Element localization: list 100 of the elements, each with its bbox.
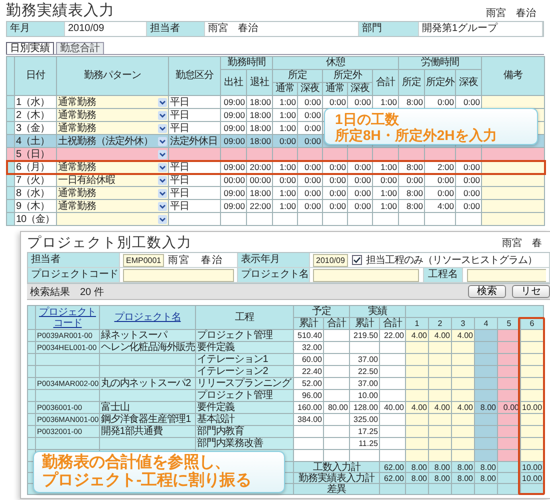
pattern-dropdown[interactable]: 一日有給休暇 — [58, 174, 167, 186]
column-header: 退社 — [246, 70, 272, 96]
table-cell: 鋼夕洋食器生産管理1 — [100, 414, 196, 426]
chevron-down-icon — [158, 98, 167, 106]
pattern-dropdown[interactable]: 通常勤務 — [58, 122, 167, 134]
input-field[interactable]: EMP0001 — [123, 254, 164, 266]
callout-text: 勤務表の合計値を参照し、 — [42, 454, 232, 471]
table-cell: 平日 — [168, 122, 220, 134]
column-header: 実績 — [350, 306, 406, 318]
table-cell: 緑ネットスーパ — [100, 330, 196, 342]
table-cell: 9（木） — [14, 200, 56, 212]
chevron-down-icon — [158, 202, 167, 210]
field-label: 年月 — [7, 22, 65, 36]
table-cell: 3（金） — [14, 122, 56, 134]
column-header: 深夜 — [456, 70, 482, 96]
table-cell: 0:00 — [456, 160, 482, 174]
tab[interactable]: 日別実績 — [6, 42, 54, 54]
user-name: 雨宮 春 — [502, 236, 543, 250]
table-cell: 10（金） — [14, 212, 56, 226]
table-cell: 平日 — [168, 96, 220, 108]
table-cell: 0:00 — [322, 160, 348, 174]
column-header: 通常 — [322, 82, 348, 96]
chevron-down-icon — [158, 110, 167, 120]
table-cell: 要件定義 — [196, 342, 294, 354]
chevron-down-icon — [158, 162, 167, 172]
chevron-down-icon — [158, 188, 167, 198]
table-cell: 部門内教育 — [196, 426, 294, 438]
table-cell: 平日 — [168, 186, 220, 200]
table-cell: 1:00 — [272, 160, 298, 174]
field-label: 工程名 — [423, 268, 463, 282]
table-cell: イテレーション1 — [196, 354, 294, 366]
pattern-dropdown[interactable]: 通常勤務 — [58, 110, 167, 120]
table-cell: 2:00 — [424, 160, 456, 174]
tab[interactable]: 勤怠合計 — [56, 42, 104, 54]
field-label: 表示年月 — [238, 253, 310, 268]
column-header: 工程 — [196, 306, 294, 330]
table-cell: 6（月） — [14, 160, 56, 174]
column-header: 勤務時間 — [220, 56, 272, 70]
table-cell: リリースプランニング — [196, 378, 294, 390]
pattern-dropdown[interactable]: 通常勤務 — [58, 188, 167, 198]
pattern-dropdown[interactable]: 通常勤務 — [58, 96, 167, 108]
total-label: 工数入力計 — [294, 462, 380, 472]
pattern-dropdown[interactable]: 通常勤務 — [58, 200, 167, 212]
table-cell: プロジェクト管理 — [196, 390, 294, 402]
callout-text: 所定8H・所定外2Hを入力 — [335, 127, 498, 143]
chevron-down-icon — [158, 124, 167, 132]
action-button[interactable]: リセ — [512, 285, 550, 298]
column-header: 予定 — [294, 306, 350, 318]
table-cell: 20:00 — [246, 160, 272, 174]
table-cell: 1（水） — [14, 96, 56, 108]
column-header: 労働時間 — [398, 56, 482, 70]
sort-link[interactable]: プロジェクトコード — [36, 306, 99, 328]
field-label: プロジェクト名 — [238, 268, 310, 283]
column-header: 所定外 — [424, 70, 456, 96]
column-header: 所定 — [398, 70, 424, 96]
checkbox-label: 担当工程のみ（リソースヒストグラム） — [366, 254, 537, 267]
field-label: 部門 — [359, 22, 419, 36]
column-header: 出社 — [220, 70, 246, 96]
column-header: 備考 — [482, 56, 544, 96]
table-cell: 富士山 — [100, 402, 196, 414]
column-header: 所定 — [272, 70, 322, 82]
window-title: プロジェクト別工数入力 — [27, 234, 192, 252]
window-title: 勤務実績表入力 — [6, 1, 114, 20]
field-label: プロジェクトコード — [28, 268, 120, 283]
chevron-down-icon — [158, 150, 167, 158]
input-field[interactable] — [123, 268, 234, 282]
chevron-down-icon — [158, 214, 167, 224]
table-cell: 09:00 — [220, 160, 246, 174]
column-header: 所定外 — [322, 70, 372, 82]
table-cell: 丸の内ネットスーパ2 — [100, 378, 196, 390]
table-cell: ヘレン化粧品海外販売 — [100, 342, 196, 354]
column-header: 休憩 — [272, 56, 398, 70]
column-header: 日付 — [14, 56, 56, 96]
table-cell: プロジェクト管理 — [196, 330, 294, 342]
input-field[interactable] — [467, 268, 546, 282]
table-cell: 部門内業務改善 — [196, 438, 294, 450]
field-label: 担当者 — [147, 22, 205, 36]
table-cell: 5（日） — [14, 148, 56, 160]
result-count: 検索結果 20 件 — [30, 286, 104, 298]
field-value: 雨宮 春治 — [205, 22, 359, 36]
table-cell: 開発1部共通費 — [100, 426, 196, 438]
table-cell: イテレーション2 — [196, 366, 294, 378]
input-field[interactable]: 2010/09 — [313, 254, 348, 266]
table-cell: 法定外休日 — [168, 134, 220, 148]
action-button[interactable]: 検索 — [468, 285, 506, 298]
table-cell: 1:00 — [372, 160, 398, 174]
table-cell: 要件定義 — [196, 402, 294, 414]
total-label: 勤務実績表入力計 — [294, 472, 380, 484]
pattern-dropdown[interactable]: 土祝勤務（法定外休） — [58, 136, 167, 146]
table-cell: 8（水） — [14, 186, 56, 200]
chevron-down-icon — [158, 136, 167, 146]
table-cell: 0:00 — [348, 160, 372, 174]
input-field[interactable] — [313, 268, 419, 282]
checkbox[interactable] — [352, 255, 362, 265]
table-cell: 平日 — [168, 160, 220, 174]
chevron-down-icon — [158, 176, 167, 184]
total-label: 差異 — [294, 484, 380, 494]
pattern-dropdown[interactable]: 通常勤務 — [58, 162, 167, 172]
staff-name: 雨宮 春治 — [168, 254, 224, 267]
table-cell: 2（木） — [14, 108, 56, 122]
